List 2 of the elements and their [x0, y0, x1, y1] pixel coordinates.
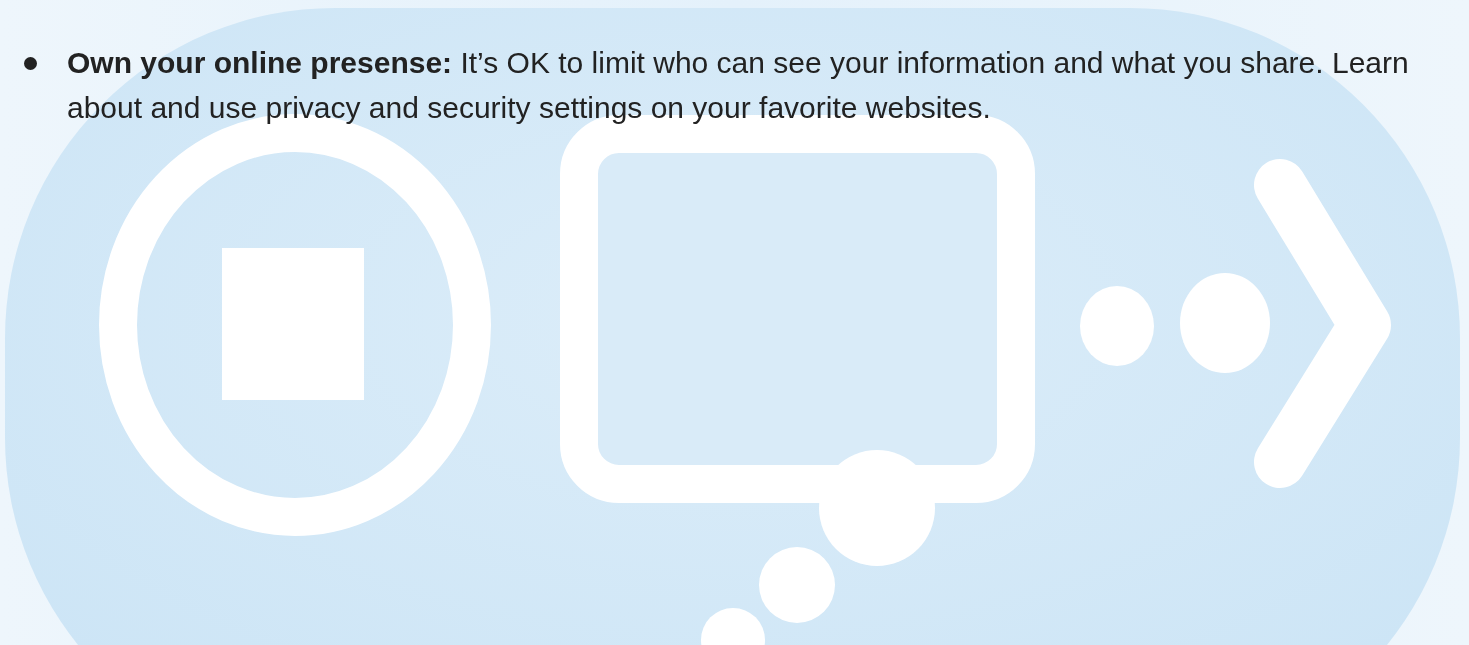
bullet-text: Own your online presense: It’s OK to limit who can see your information and what you share. Learn about and use privacy and security settings on your favorite websites.: [67, 45, 1410, 126]
bullet-icon: [24, 57, 37, 70]
